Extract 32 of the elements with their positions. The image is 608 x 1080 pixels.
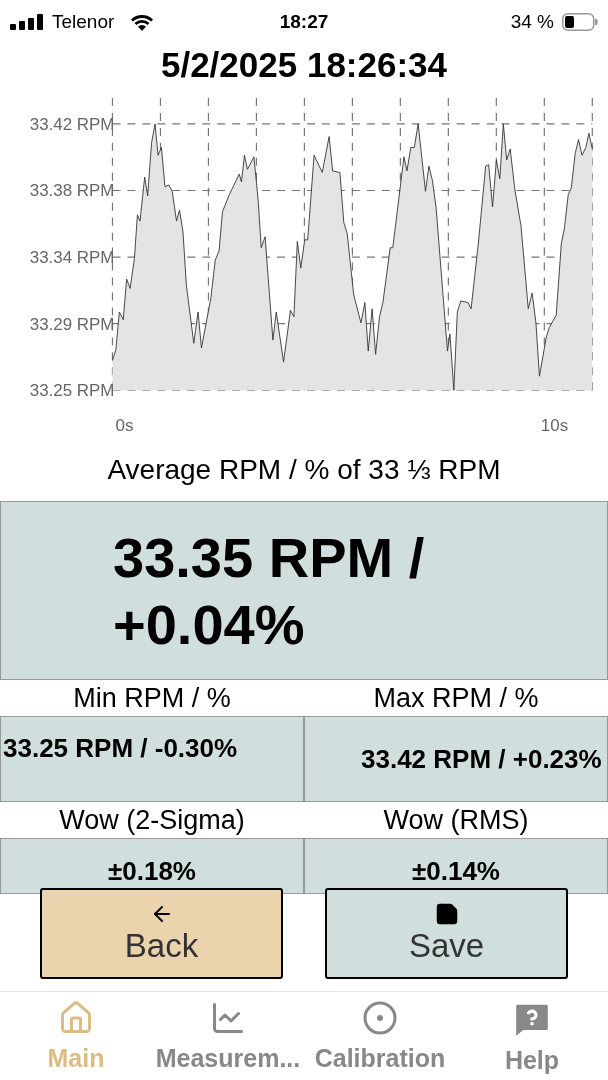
battery-percent: 34 % bbox=[510, 9, 554, 34]
stat-value: ±0.14% bbox=[412, 854, 500, 888]
average-label: Average RPM / % of 33 ⅓ RPM bbox=[107, 453, 501, 487]
carrier-name: Telenor bbox=[52, 9, 115, 34]
clock: 18:27 bbox=[279, 9, 329, 34]
battery-icon bbox=[562, 12, 598, 31]
back-button[interactable]: Back bbox=[40, 888, 283, 980]
axis-label: 33.42 RPM bbox=[29, 114, 115, 134]
stat-value: 33.42 RPM / +0.23% bbox=[361, 742, 602, 776]
tab-item[interactable]: Help bbox=[456, 1000, 608, 1080]
axis-label: 33.25 RPM bbox=[29, 381, 115, 401]
tab-item[interactable]: Calibration bbox=[304, 1000, 456, 1080]
timestamp-title: 5/2/2025 18:26:34 bbox=[160, 43, 448, 86]
axis-label: 0s bbox=[115, 416, 134, 436]
stat-label: Min RPM / % bbox=[73, 682, 231, 716]
signal-icon bbox=[10, 13, 44, 30]
tab-item[interactable]: Measurem... bbox=[152, 1000, 304, 1080]
stat-value: ±0.18% bbox=[108, 854, 196, 888]
stat-label: Wow (2-Sigma) bbox=[59, 804, 245, 838]
tab-item[interactable]: Main bbox=[0, 1000, 152, 1080]
axis-label: 10s bbox=[540, 416, 569, 436]
save-button[interactable]: Save bbox=[325, 888, 568, 980]
stat-label: Wow (RMS) bbox=[383, 804, 529, 838]
stat-label: Max RPM / % bbox=[373, 682, 539, 716]
axis-label: 33.29 RPM bbox=[29, 314, 115, 334]
wifi-icon bbox=[130, 12, 155, 31]
average-value: 33.35 RPM / +0.04% bbox=[113, 524, 426, 658]
target-icon bbox=[362, 1000, 398, 1037]
axis-label: 33.38 RPM bbox=[29, 181, 115, 201]
save-icon bbox=[434, 902, 459, 927]
axis-label: 33.34 RPM bbox=[29, 248, 115, 267]
stat-value: 33.25 RPM / -0.30% bbox=[3, 732, 238, 766]
